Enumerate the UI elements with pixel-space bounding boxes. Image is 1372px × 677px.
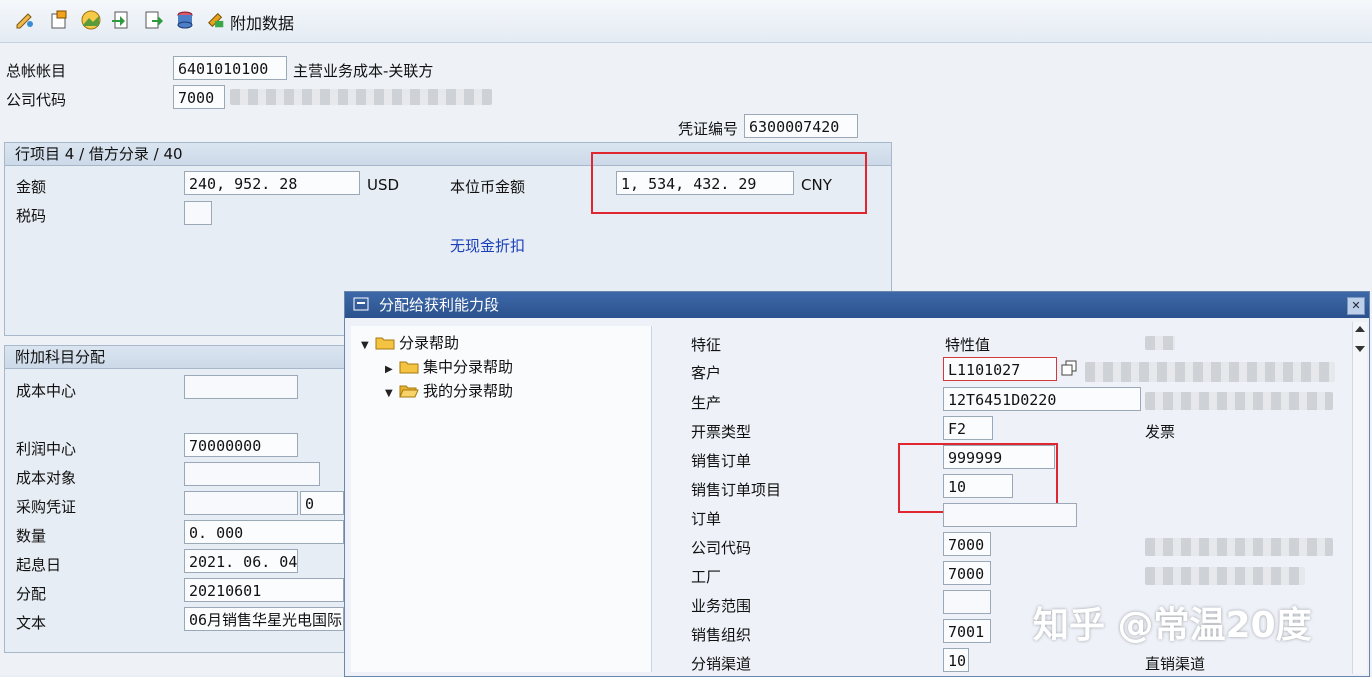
cost-object-label: 成本对象 (16, 469, 77, 487)
additional-data-button[interactable]: 附加数据 (230, 10, 294, 34)
additional-data-icon (208, 12, 224, 28)
tree-root-label: 分录帮助 (399, 334, 460, 352)
copy-icon[interactable] (1061, 360, 1077, 376)
assignment-title: 附加科目分配 (5, 346, 355, 369)
redacted-company-name (230, 89, 492, 105)
char-value-company-code[interactable]: 7000 (943, 532, 991, 556)
redacted-company-desc (1145, 538, 1333, 556)
gl-account-field[interactable]: 6401010100 (173, 56, 287, 80)
redacted-col-desc (1145, 336, 1175, 350)
company-code-field[interactable]: 7000 (173, 85, 225, 109)
char-value-business-area[interactable] (943, 590, 991, 614)
quantity-field[interactable]: 0. 000 (184, 520, 344, 544)
tax-code-field[interactable] (184, 201, 212, 225)
char-label-sales-org: 销售组织 (691, 626, 752, 644)
char-label-company-code: 公司代码 (691, 539, 752, 557)
text-label: 文本 (16, 614, 47, 632)
watermark: 知乎 @常温20度 (1033, 605, 1312, 646)
char-label-billing-type: 开票类型 (691, 423, 752, 441)
screen-variant-icon[interactable] (48, 9, 70, 31)
value-date-label: 起息日 (16, 556, 62, 574)
purchase-doc-item-field[interactable]: 0 (300, 491, 344, 515)
entry-help-tree: ▼ 分录帮助 ▶ 集中分录帮助 ▼ 我的分录帮助 (351, 326, 652, 672)
company-code-label: 公司代码 (6, 91, 67, 109)
char-label-plant: 工厂 (691, 568, 722, 586)
char-label-business-area: 业务范围 (691, 597, 752, 615)
expand-down-icon[interactable]: ▼ (385, 388, 399, 399)
no-cash-discount-link[interactable]: 无现金折扣 (450, 235, 525, 256)
tree-node-central[interactable]: ▶ 集中分录帮助 (385, 356, 513, 377)
profit-center-label: 利润中心 (16, 440, 77, 458)
amount-field[interactable]: 240, 952. 28 (184, 171, 360, 195)
col-characteristic: 特征 (691, 336, 722, 354)
dialog-title: 分配给获利能力段 (379, 296, 500, 314)
database-icon[interactable] (174, 9, 196, 31)
close-button[interactable]: ✕ (1347, 297, 1365, 315)
scroll-down-icon[interactable] (1354, 344, 1366, 354)
char-label-customer: 客户 (691, 364, 722, 382)
tree-node-root[interactable]: ▼ 分录帮助 (361, 332, 459, 353)
gl-account-desc: 主营业务成本-关联方 (293, 62, 434, 80)
tax-code-label: 税码 (16, 207, 47, 225)
vertical-scrollbar[interactable] (1352, 322, 1367, 674)
char-label-distribution-channel: 分销渠道 (691, 655, 752, 673)
doc-no-label: 凭证编号 (678, 120, 739, 138)
allocation-label: 分配 (16, 585, 47, 603)
char-label-product: 生产 (691, 394, 722, 412)
local-amount-label: 本位币金额 (450, 178, 526, 196)
profit-center-field[interactable]: 70000000 (184, 433, 298, 457)
dialog-title-bar: 分配给获利能力段 ✕ (345, 292, 1369, 318)
highlight-local-amount (591, 152, 867, 214)
purchase-doc-label: 采购凭证 (16, 498, 77, 516)
amount-currency: USD (367, 176, 400, 194)
import-icon[interactable] (110, 9, 132, 31)
char-value-distribution-channel[interactable]: 10 (943, 648, 969, 672)
char-desc-distribution-channel: 直销渠道 (1145, 655, 1206, 673)
char-value-customer[interactable]: L1101027 (943, 357, 1057, 381)
char-value-billing-type[interactable]: F2 (943, 416, 993, 440)
purchase-doc-field[interactable] (184, 491, 298, 515)
landscape-icon[interactable] (80, 9, 102, 31)
edit-icon[interactable] (14, 9, 36, 31)
quantity-label: 数量 (16, 527, 47, 545)
export-icon[interactable] (142, 9, 164, 31)
gl-account-label: 总帐帐目 (6, 62, 67, 80)
char-desc-billing-type: 发票 (1145, 423, 1176, 441)
expand-down-icon[interactable]: ▼ (361, 340, 375, 351)
cost-object-field[interactable] (184, 462, 320, 486)
amount-label: 金额 (16, 178, 47, 196)
allocation-field[interactable]: 20210601 (184, 578, 344, 602)
redacted-plant-desc (1145, 567, 1305, 585)
folder-icon (375, 337, 395, 350)
tree-node-mine[interactable]: ▼ 我的分录帮助 (385, 380, 513, 401)
col-value: 特性值 (945, 336, 991, 354)
redacted-customer-name (1085, 362, 1335, 382)
char-label-order: 订单 (691, 510, 722, 528)
text-field[interactable]: 06月销售华星光电国际 (184, 607, 344, 631)
char-value-plant[interactable]: 7000 (943, 561, 991, 585)
window-icon (353, 297, 369, 311)
cost-center-field[interactable] (184, 375, 298, 399)
value-date-field[interactable]: 2021. 06. 04 (184, 549, 298, 573)
doc-no-field[interactable]: 6300007420 (744, 114, 858, 138)
char-label-sales-order-item: 销售订单项目 (691, 481, 782, 499)
tree-mine-label: 我的分录帮助 (423, 382, 514, 400)
char-value-sales-org[interactable]: 7001 (943, 619, 991, 643)
toolbar: 附加数据 (0, 0, 1372, 43)
char-value-product[interactable]: 12T6451D0220 (943, 387, 1141, 411)
char-label-sales-order: 销售订单 (691, 452, 752, 470)
char-value-order[interactable] (943, 503, 1077, 527)
open-folder-icon (399, 385, 419, 398)
cost-center-label: 成本中心 (16, 382, 77, 400)
expand-right-icon[interactable]: ▶ (385, 364, 399, 375)
scroll-up-icon[interactable] (1354, 324, 1366, 334)
redacted-product-desc (1145, 392, 1333, 410)
tree-central-label: 集中分录帮助 (423, 358, 514, 376)
folder-icon (399, 361, 419, 374)
